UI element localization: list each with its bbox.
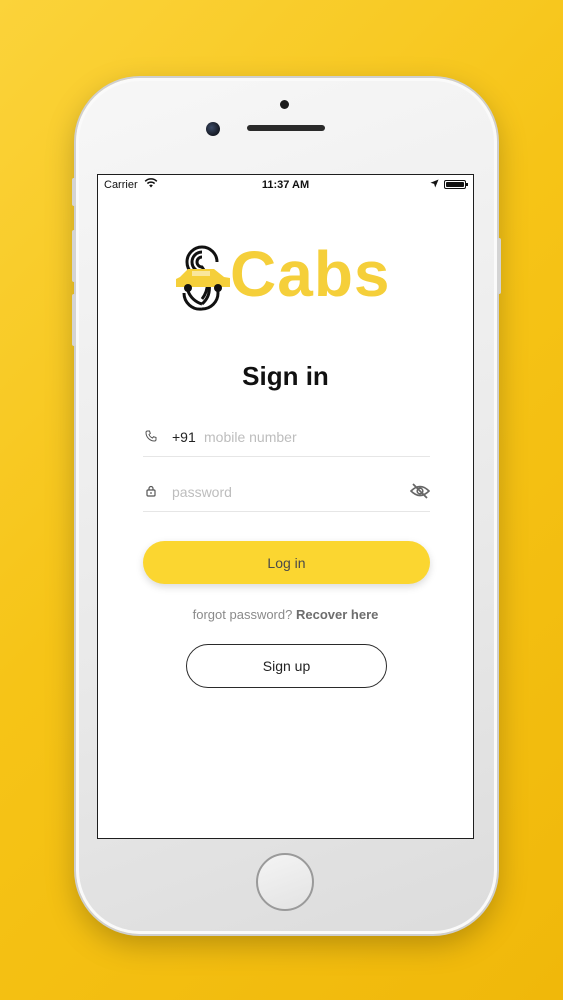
volume-down-button: [72, 294, 76, 346]
battery-icon: [444, 180, 468, 189]
app-screen: Carrier 11:37 AM Cabs Sign in +91 mobile…: [97, 174, 474, 839]
mobile-number-field[interactable]: +91 mobile number: [143, 415, 430, 457]
home-button[interactable]: [256, 853, 314, 911]
eye-off-icon[interactable]: [410, 483, 430, 499]
lock-icon: [146, 485, 156, 497]
taxi-logo-mark-icon: [176, 245, 230, 311]
status-bar: Carrier 11:37 AM: [98, 175, 473, 195]
earpiece-speaker: [247, 125, 325, 131]
mobile-number-input[interactable]: mobile number: [204, 429, 297, 445]
app-logo: Cabs: [170, 238, 410, 315]
status-time: 11:37 AM: [261, 179, 310, 191]
proximity-sensor: [280, 100, 289, 109]
location-arrow-icon: [430, 179, 439, 188]
phone-icon: [145, 430, 157, 442]
power-button: [497, 238, 501, 294]
forgot-password-row: forgot password? Recover here: [98, 607, 473, 622]
password-input[interactable]: password: [172, 484, 232, 500]
page-title: Sign in: [242, 361, 329, 391]
password-field[interactable]: password: [143, 470, 430, 512]
forgot-password-text: forgot password?: [192, 607, 293, 622]
login-button[interactable]: Log in: [143, 541, 430, 584]
phone-frame: Carrier 11:37 AM Cabs Sign in +91 mobile…: [72, 78, 501, 934]
volume-up-button: [72, 230, 76, 282]
front-camera: [206, 122, 220, 136]
recover-here-link[interactable]: Recover here: [296, 607, 378, 622]
mute-switch: [72, 178, 76, 206]
signup-button[interactable]: Sign up: [186, 644, 387, 688]
logo-wordmark: Cabs: [230, 238, 391, 310]
country-code: +91: [172, 429, 196, 445]
